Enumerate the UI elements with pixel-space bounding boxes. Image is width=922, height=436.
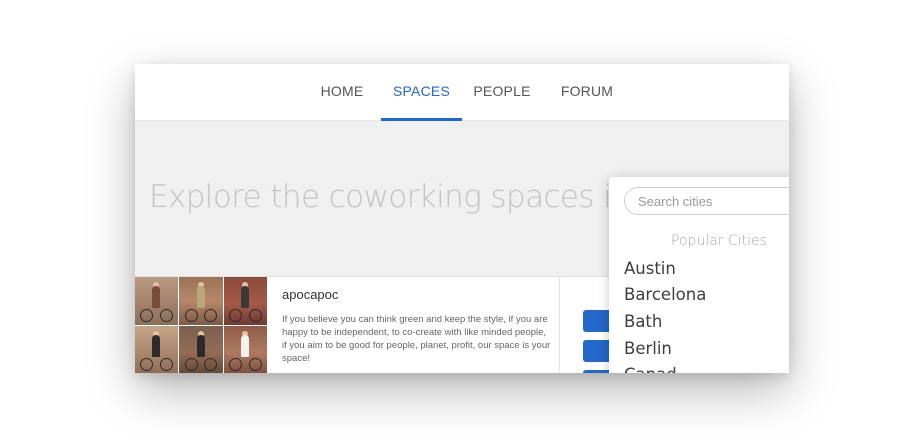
- space-photo: [223, 326, 267, 373]
- city-option-berlin[interactable]: Berlin: [624, 339, 672, 358]
- space-photo: [179, 326, 223, 373]
- nav-forum[interactable]: FORUM: [555, 64, 619, 121]
- space-description: If you believe you can think green and k…: [282, 314, 551, 364]
- city-option-bath[interactable]: Bath: [624, 312, 662, 331]
- city-option-barcelona[interactable]: Barcelona: [624, 285, 706, 304]
- space-photo: [135, 277, 179, 325]
- space-photo: [223, 277, 267, 325]
- space-photo-grid[interactable]: [135, 277, 267, 373]
- space-name[interactable]: apocapoc: [282, 287, 338, 302]
- city-dropdown: Popular Cities Austin Barcelona Bath Ber…: [609, 177, 789, 373]
- space-card[interactable]: apocapoc If you believe you can think gr…: [135, 276, 560, 373]
- top-nav: HOME SPACES PEOPLE FORUM: [135, 64, 789, 121]
- city-option-austin[interactable]: Austin: [624, 259, 676, 278]
- city-option-partial[interactable]: Canad: [624, 365, 677, 373]
- browser-window: HOME SPACES PEOPLE FORUM Explore the cow…: [135, 64, 789, 373]
- hero-title: Explore the coworking spaces in: [149, 179, 631, 215]
- space-photo: [135, 326, 179, 373]
- nav-spaces[interactable]: SPACES: [381, 64, 462, 121]
- popular-cities-heading: Popular Cities: [671, 233, 767, 249]
- nav-home[interactable]: HOME: [317, 64, 367, 121]
- nav-people[interactable]: PEOPLE: [471, 64, 533, 121]
- city-search-input[interactable]: [624, 187, 789, 215]
- space-photo: [179, 277, 223, 325]
